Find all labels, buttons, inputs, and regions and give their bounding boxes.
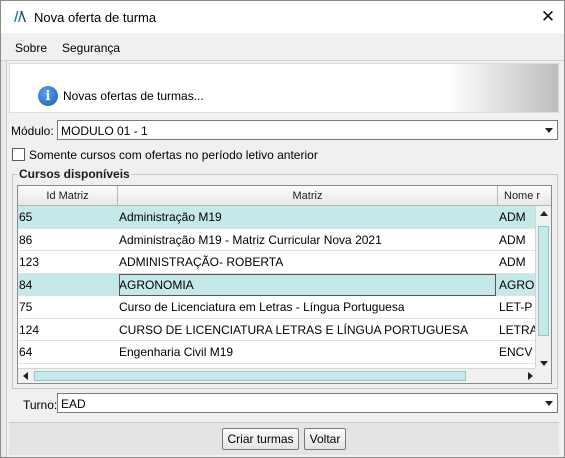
table-row[interactable]: 65 Administração M19 ADM [18, 206, 537, 229]
column-header-nome[interactable]: Nome r [498, 186, 551, 206]
table-row[interactable]: 64 Engenharia Civil M19 ENCV [18, 341, 537, 364]
dialog-window: Nova oferta de turma ✕ Sobre Segurança i… [0, 0, 565, 458]
turno-select[interactable]: EAD [57, 393, 558, 413]
table-row[interactable]: 86 Administração M19 - Matriz Curricular … [18, 229, 537, 251]
nome-cell: ADM [499, 210, 526, 224]
background-window-edge [1, 1, 7, 457]
arrow-left-icon [22, 372, 28, 380]
turno-label: Turno: [23, 398, 58, 412]
id-cell: 75 [19, 300, 33, 314]
create-turmas-button[interactable]: Criar turmas [222, 428, 299, 450]
courses-group-title: Cursos disponíveis [18, 167, 131, 181]
horizontal-scrollbar[interactable] [18, 368, 537, 383]
modulo-value: MODULO 01 - 1 [61, 124, 148, 138]
id-cell: 84 [19, 277, 33, 292]
only-courses-checkbox[interactable] [12, 148, 25, 161]
modulo-select[interactable]: MODULO 01 - 1 [57, 120, 558, 140]
window-title: Nova oferta de turma [34, 10, 157, 25]
table-row[interactable]: 124 CURSO DE LICENCIATURA LETRAS E LÍNGUA… [18, 319, 537, 341]
arrow-right-icon [527, 372, 533, 380]
close-icon: ✕ [540, 7, 556, 26]
matriz-cell: ADMINISTRAÇÃO- ROBERTA [119, 255, 284, 269]
arrow-up-icon [539, 210, 548, 216]
courses-table: Id Matriz Matriz Nome r 65 Administração … [17, 185, 552, 384]
column-header-matriz[interactable]: Matriz [118, 186, 498, 206]
id-cell: 123 [19, 255, 40, 269]
menu-item-sobre[interactable]: Sobre [15, 41, 47, 55]
scroll-up-button[interactable] [536, 206, 551, 220]
nome-cell: LET-P [499, 300, 533, 314]
id-cell: 124 [19, 322, 40, 337]
matriz-cell: AGRONOMIA [119, 273, 496, 296]
table-header: Id Matriz Matriz Nome r [18, 186, 551, 206]
table-row[interactable]: 123 ADMINISTRAÇÃO- ROBERTA ADM [18, 251, 537, 274]
matriz-cell: Administração M19 [119, 210, 222, 224]
turno-value: EAD [61, 397, 86, 411]
menu-bar: Sobre Segurança [1, 33, 564, 61]
matriz-cell: CURSO DE LICENCIATURA LETRAS E LÍNGUA PO… [119, 322, 468, 337]
header-banner: i Novas ofertas de turmas... [9, 63, 559, 113]
table-body: 65 Administração M19 ADM 86 Administração M1… [18, 206, 537, 370]
id-cell: 65 [19, 210, 33, 224]
nome-cell: ADM [499, 232, 526, 247]
back-button[interactable]: Voltar [304, 428, 346, 450]
column-header-id-matriz[interactable]: Id Matriz [18, 186, 118, 206]
info-icon: i [38, 86, 58, 106]
close-button[interactable]: ✕ [530, 1, 564, 33]
horizontal-scroll-thumb[interactable] [34, 371, 466, 381]
id-cell: 86 [19, 232, 33, 247]
table-row[interactable]: 75 Curso de Licenciatura em Letras - Líng… [18, 296, 537, 319]
scroll-corner [535, 368, 551, 383]
menu-item-seguranca[interactable]: Segurança [62, 41, 120, 55]
modulo-label: Módulo: [11, 124, 54, 138]
nome-cell: LETRAS [499, 322, 537, 337]
matriz-cell: Administração M19 - Matriz Curricular No… [119, 232, 382, 247]
app-logo-icon [14, 11, 26, 22]
vertical-scrollbar[interactable] [535, 206, 551, 370]
only-courses-label[interactable]: Somente cursos com ofertas no período le… [29, 148, 318, 162]
matriz-cell: Engenharia Civil M19 [119, 345, 234, 359]
nome-cell: AGRO2 [499, 277, 537, 292]
table-row[interactable]: 84 AGRONOMIA AGRO2 [18, 273, 537, 296]
nome-cell: ENCV [499, 345, 533, 359]
banner-text: Novas ofertas de turmas... [63, 89, 204, 103]
matriz-cell: Curso de Licenciatura em Letras - Língua… [119, 300, 405, 314]
scroll-left-button[interactable] [18, 369, 32, 383]
nome-cell: ADM [499, 255, 526, 269]
arrow-down-icon [539, 360, 548, 366]
chevron-down-icon [545, 128, 553, 133]
chevron-down-icon [545, 401, 553, 406]
id-cell: 64 [19, 345, 33, 359]
title-bar[interactable]: Nova oferta de turma ✕ [1, 1, 564, 33]
vertical-scroll-thumb[interactable] [538, 226, 549, 336]
